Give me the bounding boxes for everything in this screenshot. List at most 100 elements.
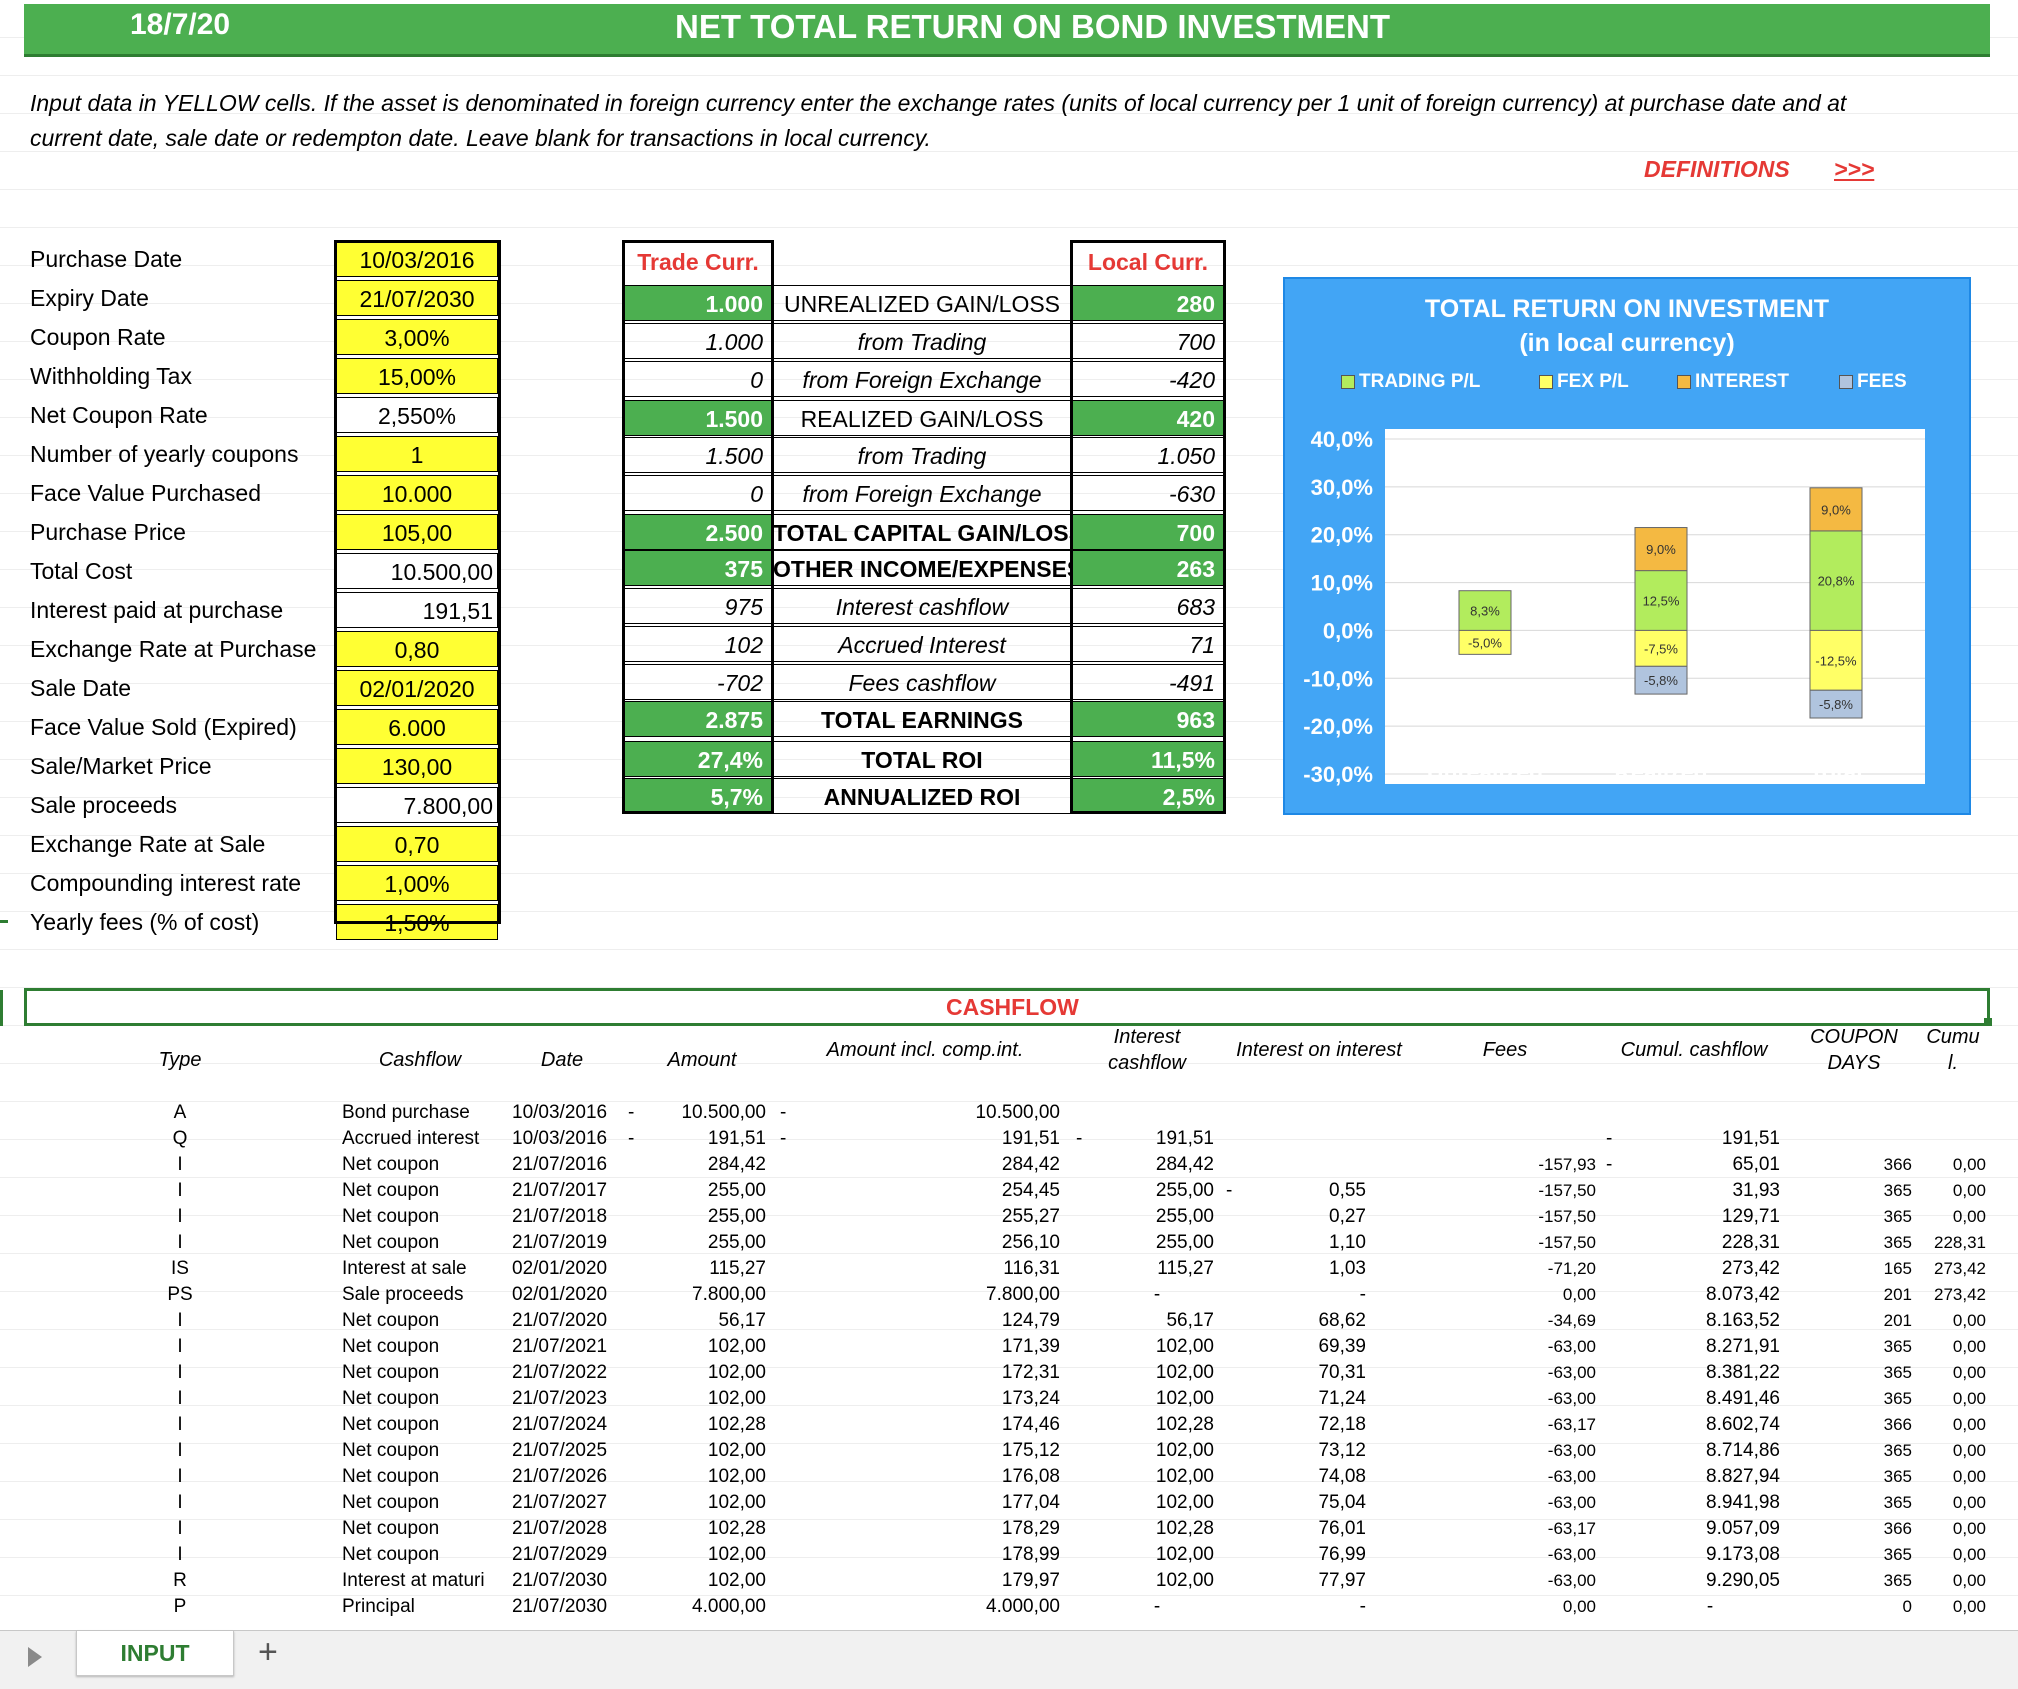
cell-name[interactable]: Net coupon	[342, 1490, 502, 1516]
cell-type[interactable]: I	[150, 1308, 210, 1334]
cell-comp[interactable]: 178,99	[900, 1542, 1060, 1568]
input-cell[interactable]: 3,00%	[336, 319, 498, 355]
cell-days[interactable]: 365	[1880, 1464, 1912, 1490]
cell-comp[interactable]: 10.500,00	[900, 1100, 1060, 1126]
cell-cumu[interactable]: 0,00	[1914, 1386, 1986, 1412]
cell-type[interactable]: I	[150, 1438, 210, 1464]
local-value[interactable]: 700	[1072, 323, 1224, 359]
cell-fees[interactable]: -63,00	[1490, 1360, 1596, 1386]
cell-ioi[interactable]: 71,24	[1266, 1386, 1366, 1412]
local-value[interactable]: 11,5%	[1072, 741, 1224, 777]
trade-value[interactable]: 1.500	[624, 400, 772, 436]
input-cell[interactable]: 02/01/2020	[336, 670, 498, 706]
cell-interest[interactable]: 102,00	[1100, 1334, 1214, 1360]
input-cell[interactable]: 21/07/2030	[336, 280, 498, 316]
cell-cumu[interactable]: 0,00	[1914, 1178, 1986, 1204]
cell-fees[interactable]: -63,00	[1490, 1334, 1596, 1360]
cell-cumul[interactable]: 9.057,09	[1640, 1516, 1780, 1542]
cell-comp[interactable]: 178,29	[900, 1516, 1060, 1542]
cell-fees[interactable]: -63,00	[1490, 1464, 1596, 1490]
cashflow-title[interactable]: CASHFLOW	[946, 994, 1079, 1021]
cell-date[interactable]: 21/07/2023	[512, 1386, 622, 1412]
cell-comp[interactable]: 171,39	[900, 1334, 1060, 1360]
result-label[interactable]: TOTAL ROI	[772, 741, 1072, 777]
cell-amount[interactable]: 255,00	[640, 1204, 766, 1230]
header-amount-comp[interactable]: Amount incl. comp.int.	[810, 1037, 1040, 1063]
result-label[interactable]: Accrued Interest	[772, 626, 1072, 662]
cell-cumu[interactable]: 228,31	[1914, 1230, 1986, 1256]
cell-cumul[interactable]: 31,93	[1640, 1178, 1780, 1204]
cell-type[interactable]: A	[150, 1100, 210, 1126]
cell-days[interactable]: 365	[1880, 1490, 1912, 1516]
cell-date[interactable]: 02/01/2020	[512, 1282, 622, 1308]
local-value[interactable]: 280	[1072, 285, 1224, 321]
cell-date[interactable]: 21/07/2022	[512, 1360, 622, 1386]
header-date[interactable]: Date	[530, 1047, 594, 1073]
cell-ioi[interactable]: 75,04	[1266, 1490, 1366, 1516]
cell-name[interactable]: Net coupon	[342, 1230, 502, 1256]
cell-name[interactable]: Accrued interest	[342, 1126, 502, 1152]
tab-input[interactable]: INPUT	[76, 1631, 234, 1676]
cell-cumu[interactable]: 0,00	[1914, 1542, 1986, 1568]
cell-amount[interactable]: 102,00	[640, 1386, 766, 1412]
cell-interest[interactable]: 102,00	[1100, 1438, 1214, 1464]
input-cell[interactable]: 10.500,00	[336, 553, 498, 589]
result-label[interactable]: TOTAL CAPITAL GAIN/LOSS	[772, 514, 1072, 550]
cell-comp[interactable]: 176,08	[900, 1464, 1060, 1490]
cell-type[interactable]: PS	[150, 1282, 210, 1308]
cell-type[interactable]: I	[150, 1204, 210, 1230]
cell-name[interactable]: Net coupon	[342, 1412, 502, 1438]
trade-value[interactable]: 0	[624, 361, 772, 397]
cell-type[interactable]: I	[150, 1230, 210, 1256]
cell-comp[interactable]: 173,24	[900, 1386, 1060, 1412]
local-value[interactable]: 683	[1072, 588, 1224, 624]
cell-date[interactable]: 21/07/2018	[512, 1204, 622, 1230]
cell-date[interactable]: 21/07/2027	[512, 1490, 622, 1516]
cell-ioi[interactable]: 1,03	[1266, 1256, 1366, 1282]
cell-days[interactable]: 0	[1880, 1594, 1912, 1620]
local-value[interactable]: 1.050	[1072, 437, 1224, 473]
report-title[interactable]: NET TOTAL RETURN ON BOND INVESTMENT	[675, 8, 1390, 46]
cell-cumul[interactable]: -	[1640, 1594, 1780, 1620]
cell-amount[interactable]: 102,00	[640, 1438, 766, 1464]
cell-amount[interactable]: 102,28	[640, 1412, 766, 1438]
cell-interest[interactable]: 102,28	[1100, 1516, 1214, 1542]
cell-date[interactable]: 21/07/2021	[512, 1334, 622, 1360]
result-label[interactable]: from Trading	[772, 323, 1072, 359]
cell-amount[interactable]: 102,00	[640, 1334, 766, 1360]
add-sheet-icon[interactable]: +	[258, 1635, 278, 1669]
cell-type[interactable]: Q	[150, 1126, 210, 1152]
trade-value[interactable]: 1.500	[624, 437, 772, 473]
local-value[interactable]: -630	[1072, 475, 1224, 511]
cell-days[interactable]: 366	[1880, 1152, 1912, 1178]
cell-name[interactable]: Bond purchase	[342, 1100, 502, 1126]
cell-type[interactable]: I	[150, 1360, 210, 1386]
cell-comp[interactable]: 254,45	[900, 1178, 1060, 1204]
trade-value[interactable]: 375	[624, 550, 772, 586]
cell-ioi[interactable]: 74,08	[1266, 1464, 1366, 1490]
cell-cumul[interactable]: 9.173,08	[1640, 1542, 1780, 1568]
result-label[interactable]: ANNUALIZED ROI	[772, 778, 1072, 814]
cell-dash1[interactable]: -	[628, 1126, 640, 1152]
cell-type[interactable]: I	[150, 1412, 210, 1438]
cell-name[interactable]: Interest at sale	[342, 1256, 502, 1282]
header-type[interactable]: Type	[150, 1047, 210, 1073]
cell-dash1[interactable]: -	[628, 1100, 640, 1126]
header-amount[interactable]: Amount	[650, 1047, 754, 1073]
report-date[interactable]: 18/7/20	[130, 8, 230, 42]
cell-cumul[interactable]: 8.941,98	[1640, 1490, 1780, 1516]
cell-ioi[interactable]: -	[1266, 1594, 1366, 1620]
cell-days[interactable]: 366	[1880, 1412, 1912, 1438]
cell-fees[interactable]: -63,00	[1490, 1490, 1596, 1516]
header-fees[interactable]: Fees	[1470, 1037, 1540, 1063]
cell-comp[interactable]: 174,46	[900, 1412, 1060, 1438]
cell-name[interactable]: Net coupon	[342, 1542, 502, 1568]
cell-comp[interactable]: 175,12	[900, 1438, 1060, 1464]
cell-amount[interactable]: 10.500,00	[640, 1100, 766, 1126]
cell-date[interactable]: 21/07/2030	[512, 1594, 622, 1620]
cell-days[interactable]: 365	[1880, 1542, 1912, 1568]
result-label[interactable]: REALIZED GAIN/LOSS	[772, 400, 1072, 436]
cell-dash2[interactable]: -	[780, 1126, 792, 1152]
cell-dash5[interactable]: -	[1606, 1152, 1618, 1178]
cell-comp[interactable]: 116,31	[900, 1256, 1060, 1282]
